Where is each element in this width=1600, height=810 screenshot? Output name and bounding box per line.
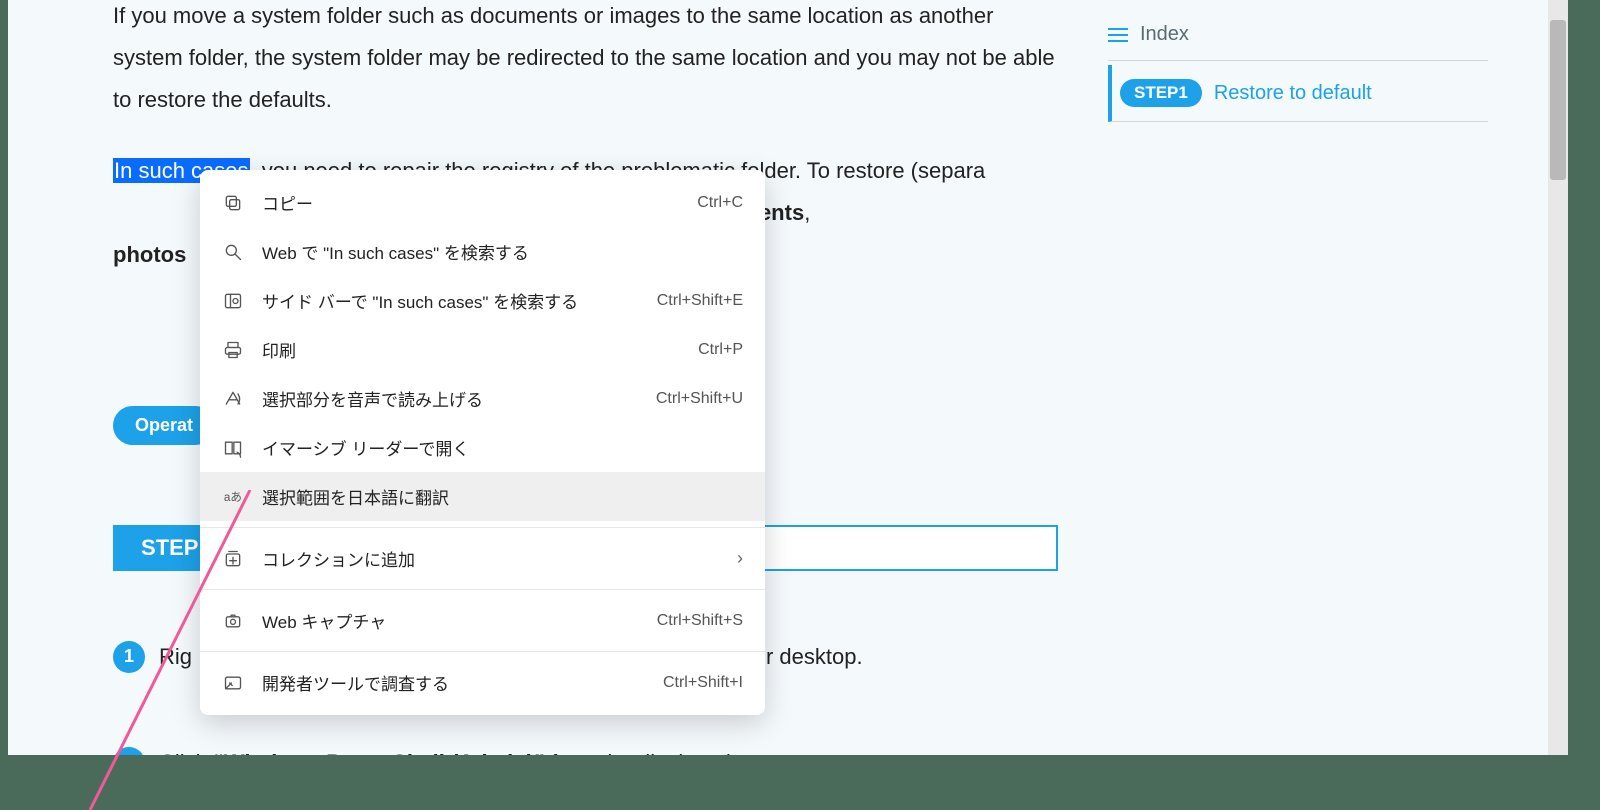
menu-item-web-capture[interactable]: Web キャプチャ Ctrl+Shift+S bbox=[200, 596, 765, 645]
item2-before: Click bbox=[159, 750, 213, 755]
sidebar-search-icon bbox=[222, 290, 244, 312]
menu-label: コレクションに追加 bbox=[262, 546, 719, 571]
item2-after: from the displayed menu. bbox=[545, 750, 798, 755]
menu-item-devtools[interactable]: 開発者ツールで調査する Ctrl+Shift+I bbox=[200, 658, 765, 707]
menu-label: イマーシブ リーダーで開く bbox=[262, 435, 743, 460]
index-item-step1[interactable]: STEP1 Restore to default bbox=[1108, 65, 1488, 122]
chevron-right-icon: › bbox=[737, 548, 743, 569]
item2-bold: “Windows PowerShell (Admin)” bbox=[213, 750, 545, 755]
menu-label: Web キャプチャ bbox=[262, 608, 639, 633]
immersive-reader-icon bbox=[222, 437, 244, 459]
num-circle-2: 2 bbox=[113, 747, 145, 755]
index-link: Restore to default bbox=[1214, 82, 1372, 105]
search-icon bbox=[222, 241, 244, 263]
scroll-thumb[interactable] bbox=[1550, 20, 1566, 180]
read-aloud-icon bbox=[222, 388, 244, 410]
para2-sep2: , bbox=[804, 200, 810, 225]
menu-label: サイド バーで "In such cases" を検索する bbox=[262, 288, 639, 313]
list-item-2: 2 Click “Windows PowerShell (Admin)” fro… bbox=[113, 747, 1058, 755]
index-sidebar: Index STEP1 Restore to default bbox=[1108, 15, 1488, 122]
menu-label: 選択部分を音声で読み上げる bbox=[262, 386, 638, 411]
menu-separator bbox=[200, 589, 765, 590]
menu-item-translate[interactable]: aあ 選択範囲を日本語に翻訳 bbox=[200, 472, 765, 521]
menu-item-print[interactable]: 印刷 Ctrl+P bbox=[200, 325, 765, 374]
web-capture-icon bbox=[222, 610, 244, 632]
index-header[interactable]: Index bbox=[1108, 15, 1488, 61]
menu-label: コピー bbox=[262, 190, 679, 215]
menu-label: 選択範囲を日本語に翻訳 bbox=[262, 484, 743, 509]
menu-item-copy[interactable]: コピー Ctrl+C bbox=[200, 178, 765, 227]
num-circle-1: 1 bbox=[113, 641, 145, 673]
menu-shortcut: Ctrl+C bbox=[697, 194, 743, 212]
paragraph-1: If you move a system folder such as docu… bbox=[113, 0, 1058, 120]
menu-shortcut: Ctrl+Shift+I bbox=[663, 674, 743, 692]
index-step-pill: STEP1 bbox=[1120, 79, 1202, 107]
vertical-scrollbar[interactable] bbox=[1548, 0, 1568, 755]
menu-label: 印刷 bbox=[262, 337, 680, 362]
menu-item-sidebar-search[interactable]: サイド バーで "In such cases" を検索する Ctrl+Shift+… bbox=[200, 276, 765, 325]
menu-separator bbox=[200, 651, 765, 652]
context-menu: コピーCtrl+CWeb で "In such cases" を検索するサイド … bbox=[200, 170, 765, 715]
menu-item-immersive-reader[interactable]: イマーシブ リーダーで開く bbox=[200, 423, 765, 472]
menu-shortcut: Ctrl+Shift+S bbox=[657, 612, 743, 630]
menu-label: Web で "In such cases" を検索する bbox=[262, 239, 743, 264]
hamburger-icon bbox=[1108, 28, 1128, 42]
translate-icon: aあ bbox=[222, 486, 244, 508]
menu-item-read-aloud[interactable]: 選択部分を音声で読み上げる Ctrl+Shift+U bbox=[200, 374, 765, 423]
menu-separator bbox=[200, 527, 765, 528]
menu-shortcut: Ctrl+Shift+U bbox=[656, 390, 743, 408]
menu-label: 開発者ツールで調査する bbox=[262, 670, 645, 695]
para2-bold-photos: photos bbox=[113, 242, 186, 267]
index-label: Index bbox=[1140, 23, 1189, 46]
menu-item-search[interactable]: Web で "In such cases" を検索する bbox=[200, 227, 765, 276]
collections-icon bbox=[222, 548, 244, 570]
menu-shortcut: Ctrl+Shift+E bbox=[657, 292, 743, 310]
devtools-icon bbox=[222, 672, 244, 694]
item1-before: Rig bbox=[159, 644, 192, 670]
svg-text:aあ: aあ bbox=[224, 491, 242, 504]
menu-item-collections[interactable]: コレクションに追加 › bbox=[200, 534, 765, 583]
print-icon bbox=[222, 339, 244, 361]
item2-text: Click “Windows PowerShell (Admin)” from … bbox=[159, 750, 798, 755]
copy-icon bbox=[222, 192, 244, 214]
menu-shortcut: Ctrl+P bbox=[698, 341, 743, 359]
